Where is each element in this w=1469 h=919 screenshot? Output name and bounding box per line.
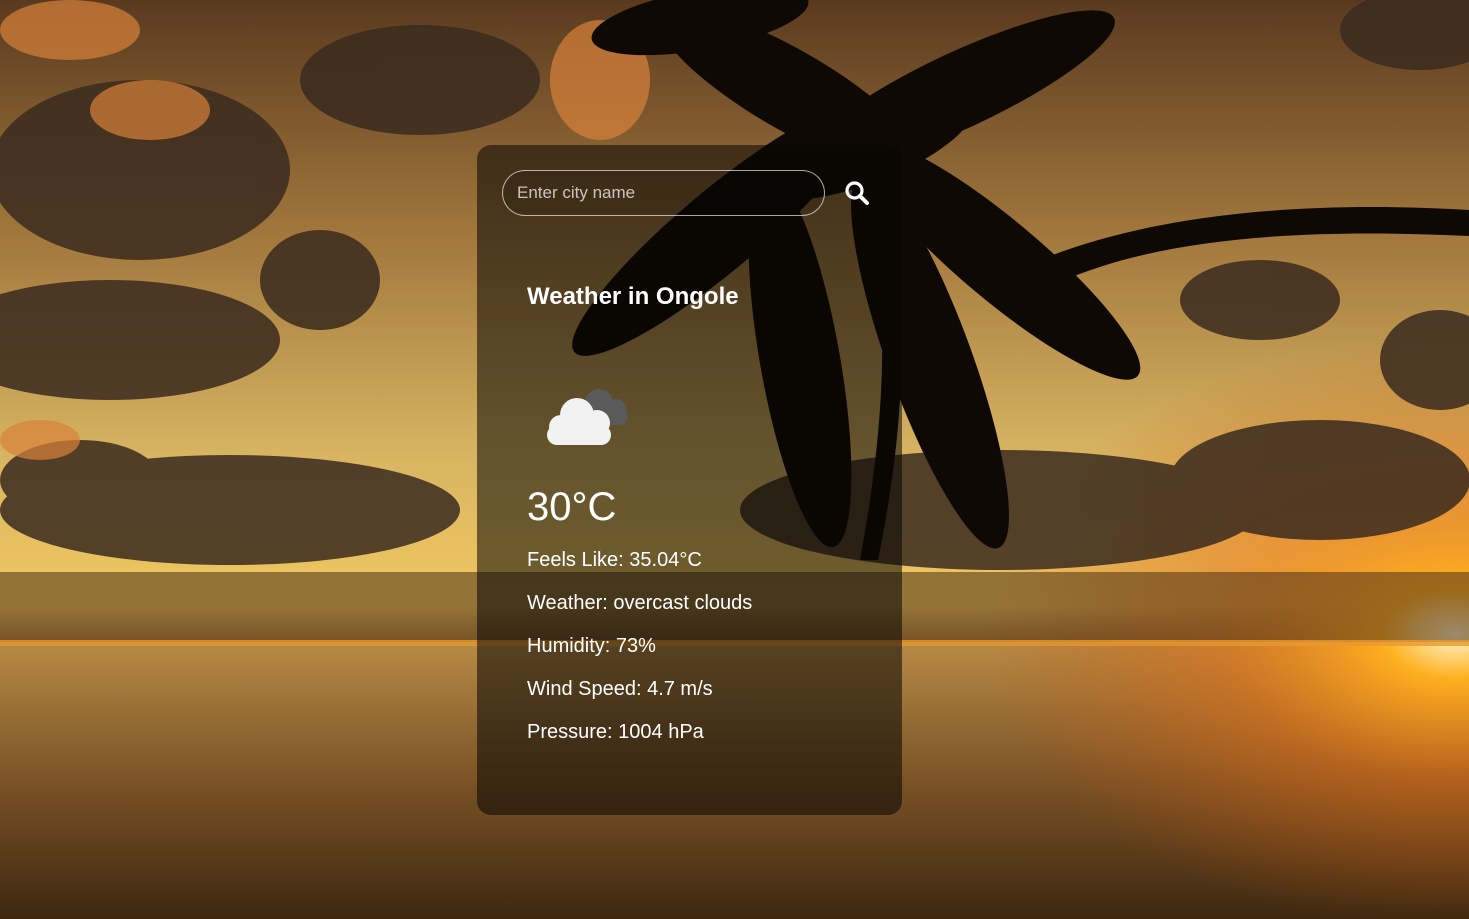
search-button[interactable] — [839, 175, 875, 211]
humidity: Humidity: 73% — [527, 635, 656, 657]
weather-description: Weather: overcast clouds — [527, 592, 753, 614]
search-icon — [845, 181, 869, 205]
feels-like: Feels Like: 35.04°C — [527, 549, 702, 571]
temperature: 30°C — [527, 485, 617, 529]
city-search-input[interactable] — [502, 170, 825, 216]
location-title: Weather in Ongole — [527, 283, 739, 310]
wind-speed: Wind Speed: 4.7 m/s — [527, 678, 713, 700]
pressure: Pressure: 1004 hPa — [527, 721, 704, 743]
overcast-clouds-icon — [547, 389, 628, 445]
search-bar — [502, 170, 875, 216]
weather-card: Weather in Ongole 30°C Feels Like: 35.04… — [477, 145, 902, 815]
weather-details: Feels Like: 35.04°C Weather: overcast cl… — [527, 548, 752, 763]
